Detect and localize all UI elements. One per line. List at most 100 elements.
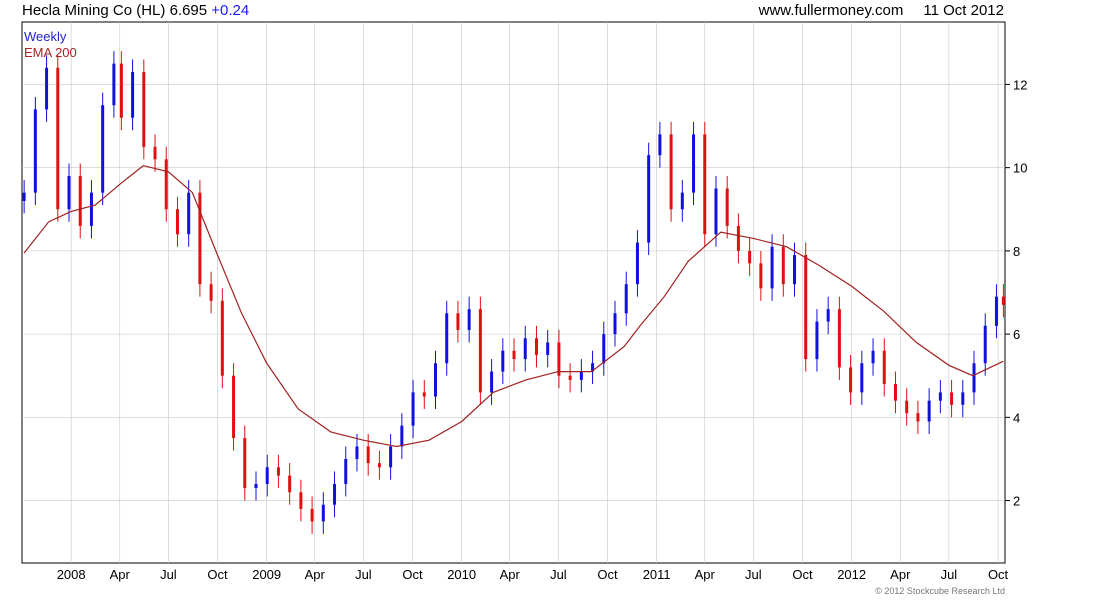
candle-body xyxy=(142,71,146,147)
candle-body xyxy=(759,263,763,289)
candle-body xyxy=(927,400,931,422)
candle-body xyxy=(310,508,314,522)
candle-body xyxy=(254,483,258,489)
candle-body xyxy=(994,296,998,326)
candle-body xyxy=(534,338,538,355)
candle-body xyxy=(703,134,707,235)
candle-body xyxy=(815,321,819,360)
candle-body xyxy=(389,446,393,468)
candle-body xyxy=(56,67,60,210)
x-tick-label: Jul xyxy=(941,567,958,582)
x-tick-label: Apr xyxy=(695,567,716,582)
x-tick-label: Apr xyxy=(500,567,521,582)
candle-body xyxy=(916,413,920,422)
candle-body xyxy=(568,375,572,380)
candle-body xyxy=(512,350,516,360)
candle xyxy=(142,59,146,160)
x-tick-label: 2012 xyxy=(837,567,866,582)
candle-body xyxy=(1001,296,1005,305)
candle-body xyxy=(131,71,135,118)
candle xyxy=(220,288,224,389)
candle-body xyxy=(905,400,909,414)
y-tick-label: 2 xyxy=(1013,494,1020,509)
x-tick-label: 2011 xyxy=(643,567,671,582)
candle-body xyxy=(680,192,684,210)
candle xyxy=(647,142,651,256)
candle-body xyxy=(400,425,404,447)
candle-body xyxy=(45,67,49,110)
candle-body xyxy=(882,350,886,385)
candle-body xyxy=(490,371,494,393)
y-tick-label: 4 xyxy=(1013,410,1020,425)
candle-body xyxy=(793,255,797,285)
candle-body xyxy=(333,483,337,505)
candle-body xyxy=(579,371,583,380)
candle-body xyxy=(366,446,370,464)
candle-body xyxy=(78,175,82,226)
candle-body xyxy=(478,309,482,393)
candle-body xyxy=(321,504,325,522)
x-tick-label: 2008 xyxy=(57,567,86,582)
y-tick-label: 12 xyxy=(1013,77,1027,92)
candle-body xyxy=(67,175,71,210)
x-tick-label: Oct xyxy=(207,567,228,582)
candle-body xyxy=(893,384,897,401)
candle xyxy=(56,55,60,222)
copyright-text: © 2012 Stockcube Research Ltd xyxy=(875,586,1005,596)
candle-body xyxy=(377,463,381,468)
x-tick-label: Apr xyxy=(110,567,131,582)
candle-body xyxy=(972,363,976,393)
candle-body xyxy=(33,109,37,193)
candle-body xyxy=(736,225,740,251)
candle-body xyxy=(153,146,157,160)
candle xyxy=(232,363,236,451)
candle xyxy=(703,121,707,247)
x-tick-label: Jul xyxy=(355,567,372,582)
candle-body xyxy=(546,342,550,355)
candle-body xyxy=(523,338,527,360)
candle-body xyxy=(265,467,269,484)
candle-body xyxy=(220,300,224,376)
candle-body xyxy=(860,363,864,393)
x-tick-label: Oct xyxy=(402,567,423,582)
candle-body xyxy=(871,350,875,364)
candle-body xyxy=(613,313,617,335)
x-tick-label: Oct xyxy=(988,567,1009,582)
price-chart: 2008 Apr Jul Oct 2009 Apr Jul Oct 2010 Apr Jul Oct 2… xyxy=(21,21,1027,582)
candle-body xyxy=(232,375,236,439)
candle-body xyxy=(119,63,123,118)
candle-body xyxy=(692,134,696,193)
candle xyxy=(33,96,37,206)
candle-body xyxy=(635,242,639,285)
candle-body xyxy=(669,134,673,210)
y-tick-label: 10 xyxy=(1013,161,1027,176)
candle-body xyxy=(299,492,303,509)
candle xyxy=(198,180,202,297)
legend-weekly: Weekly xyxy=(24,29,67,44)
candle-body xyxy=(781,246,785,285)
candle-body xyxy=(714,188,718,235)
candle-body xyxy=(849,367,853,393)
legend-ema: EMA 200 xyxy=(24,45,77,60)
x-tick-label: Apr xyxy=(890,567,911,582)
candle-body xyxy=(276,467,280,476)
candle-body xyxy=(22,192,26,201)
candle-body xyxy=(467,309,471,330)
candle xyxy=(804,242,808,372)
candle-body xyxy=(501,350,505,372)
candle-body xyxy=(658,134,662,156)
x-tick-label: 2010 xyxy=(447,567,476,582)
candle-body xyxy=(725,188,729,226)
candle-body xyxy=(950,392,954,405)
candle-body xyxy=(770,246,774,289)
x-tick-label: Jul xyxy=(745,567,762,582)
candle-body xyxy=(89,192,93,226)
candle-body xyxy=(624,284,628,314)
candle-body xyxy=(164,159,168,210)
candle-body xyxy=(647,155,651,243)
candle-body xyxy=(837,309,841,368)
candle-body xyxy=(187,192,191,235)
candle-body xyxy=(456,313,460,330)
candle-body xyxy=(209,284,213,301)
plot-frame xyxy=(21,21,1006,564)
